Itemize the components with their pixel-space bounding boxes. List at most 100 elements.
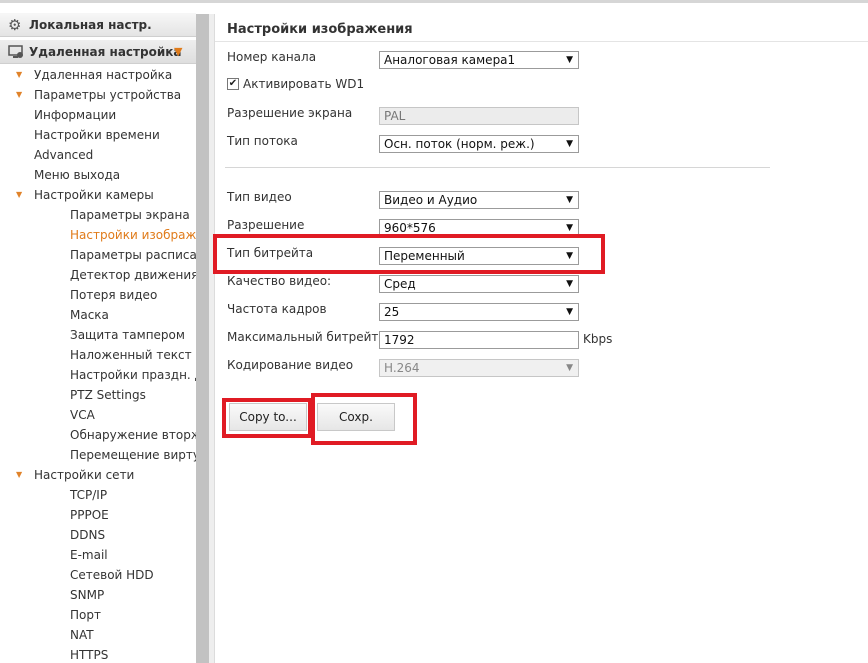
sidebar-item[interactable]: Детектор движения	[0, 265, 196, 285]
sidebar-item[interactable]: Информации	[0, 105, 196, 125]
sidebar-item-label: HTTPS	[70, 648, 109, 662]
screen-resolution-label: Разрешение экрана	[227, 106, 353, 120]
sidebar-item-label: Детектор движения	[70, 268, 196, 282]
sidebar-item-label: Обнаружение вторжения	[70, 428, 196, 442]
sidebar-item[interactable]: Порт	[0, 605, 196, 625]
sidebar-item[interactable]: Меню выхода	[0, 165, 196, 185]
sidebar-item-label: Маска	[70, 308, 109, 322]
chevron-down-icon: ▼	[174, 45, 183, 58]
sidebar-item-label: PTZ Settings	[70, 388, 146, 402]
sidebar-item-label: VCA	[70, 408, 95, 422]
screen-resolution-field: PAL	[379, 107, 579, 125]
sidebar-item-label: Параметры расписания	[70, 248, 196, 262]
image-settings-panel: Настройки изображения Номер канала Анало…	[214, 14, 868, 663]
title-divider	[215, 41, 868, 42]
max-bitrate-unit: Kbps	[583, 332, 613, 346]
sidebar-item-label: Удаленная настройка	[34, 68, 173, 82]
sidebar-item-label: Защита тампером	[70, 328, 185, 342]
sidebar-item[interactable]: Обнаружение вторжения	[0, 425, 196, 445]
video-quality-select[interactable]: Сред ▼	[379, 275, 579, 293]
sidebar-item-label: E-mail	[70, 548, 108, 562]
frame-rate-select[interactable]: 25 ▼	[379, 303, 579, 321]
stream-type-select[interactable]: Осн. поток (норм. реж.) ▼	[379, 135, 579, 153]
max-bitrate-input[interactable]: 1792	[379, 331, 579, 349]
resolution-label: Разрешение	[227, 218, 305, 232]
sidebar-item[interactable]: Наложенный текст	[0, 345, 196, 365]
sidebar-item-label: Настройки изображени	[70, 228, 196, 242]
dropdown-arrow-icon: ▼	[566, 195, 573, 205]
sidebar-item[interactable]: Потеря видео	[0, 285, 196, 305]
sidebar-item[interactable]: Параметры расписания	[0, 245, 196, 265]
page-title: Настройки изображения	[227, 22, 413, 37]
sidebar-item-label: Сетевой HDD	[70, 568, 154, 582]
screen-resolution-value: PAL	[384, 109, 406, 123]
stream-type-value: Осн. поток (норм. реж.)	[384, 137, 535, 151]
expand-arrow-icon: ▼	[16, 470, 23, 479]
sidebar-item[interactable]: VCA	[0, 405, 196, 425]
sidebar-item-label: PPPOE	[70, 508, 109, 522]
sidebar-item-label: Advanced	[34, 148, 94, 162]
sidebar-item[interactable]: ▼ Параметры устройства	[0, 85, 196, 105]
wd1-checkbox[interactable]: ✔	[227, 78, 239, 90]
frame-rate-label: Частота кадров	[227, 302, 327, 316]
sidebar-item[interactable]: Маска	[0, 305, 196, 325]
sidebar-item[interactable]: ▼ Настройки сети	[0, 465, 196, 485]
sidebar-item-label: Меню выхода	[34, 168, 121, 182]
sidebar-item-label: Перемещение виртуал	[70, 448, 196, 462]
dropdown-arrow-icon: ▼	[566, 307, 573, 317]
local-config-header[interactable]: ⚙ Локальная настр.	[0, 13, 196, 37]
sidebar-item-label: TCP/IP	[70, 488, 108, 502]
sidebar-item[interactable]: DDNS	[0, 525, 196, 545]
sidebar-item[interactable]: HTTPS	[0, 645, 196, 663]
sidebar-item[interactable]: Перемещение виртуал	[0, 445, 196, 465]
sidebar-item[interactable]: Параметры экрана	[0, 205, 196, 225]
sidebar-item[interactable]: NAT	[0, 625, 196, 645]
encoding-select[interactable]: H.264 ▼	[379, 359, 579, 377]
sidebar: ⚙ Локальная настр. Удаленная настройка ▼…	[0, 3, 196, 663]
highlight-bitrate-type	[213, 234, 605, 274]
video-type-label: Тип видео	[227, 190, 292, 204]
sidebar-item[interactable]: TCP/IP	[0, 485, 196, 505]
sidebar-scrollbar-thumb[interactable]	[196, 14, 209, 663]
sidebar-item[interactable]: ▼ Удаленная настройка	[0, 65, 196, 85]
sidebar-item-label: NAT	[70, 628, 94, 642]
sidebar-item-label: DDNS	[70, 528, 106, 542]
sidebar-item-label: Наложенный текст	[70, 348, 192, 362]
highlight-copy-button	[222, 398, 312, 438]
expand-arrow-icon: ▼	[16, 70, 23, 79]
frame-rate-value: 25	[384, 305, 400, 319]
max-bitrate-value: 1792	[384, 333, 415, 347]
gear-icon: ⚙	[8, 16, 22, 34]
sidebar-item[interactable]: PPPOE	[0, 505, 196, 525]
sidebar-item[interactable]: Настройки праздн. Дня	[0, 365, 196, 385]
sidebar-item[interactable]: PTZ Settings	[0, 385, 196, 405]
video-type-select[interactable]: Видео и Аудио ▼	[379, 191, 579, 209]
channel-select[interactable]: Аналоговая камера1 ▼	[379, 51, 579, 69]
sidebar-item-label: Потеря видео	[70, 288, 158, 302]
remote-config-label: Удаленная настройка	[29, 45, 182, 59]
sidebar-item-label: Настройки времени	[34, 128, 160, 142]
expand-arrow-icon: ▼	[16, 90, 23, 99]
sidebar-item[interactable]: Защита тампером	[0, 325, 196, 345]
sidebar-item-label: Настройки сети	[34, 468, 135, 482]
stream-type-label: Тип потока	[227, 134, 298, 148]
highlight-save-button	[311, 393, 417, 445]
sidebar-item[interactable]: E-mail	[0, 545, 196, 565]
video-type-value: Видео и Аудио	[384, 193, 478, 207]
remote-config-header[interactable]: Удаленная настройка ▼	[0, 40, 196, 64]
sidebar-item[interactable]: Настройки времени	[0, 125, 196, 145]
sidebar-item-label: Настройки праздн. Дня	[70, 368, 196, 382]
video-quality-value: Сред	[384, 277, 416, 291]
sidebar-item[interactable]: Advanced	[0, 145, 196, 165]
dropdown-arrow-icon: ▼	[566, 139, 573, 149]
video-quality-label: Качество видео:	[227, 274, 332, 288]
sidebar-item[interactable]: ▼ Настройки камеры	[0, 185, 196, 205]
sidebar-item[interactable]: Настройки изображени	[0, 225, 196, 245]
channel-label: Номер канала	[227, 50, 317, 64]
sidebar-item[interactable]: Сетевой HDD	[0, 565, 196, 585]
encoding-label: Кодирование видео	[227, 358, 354, 372]
sidebar-item[interactable]: SNMP	[0, 585, 196, 605]
local-config-label: Локальная настр.	[29, 18, 152, 32]
dropdown-arrow-icon: ▼	[566, 363, 573, 373]
sidebar-item-label: Настройки камеры	[34, 188, 154, 202]
